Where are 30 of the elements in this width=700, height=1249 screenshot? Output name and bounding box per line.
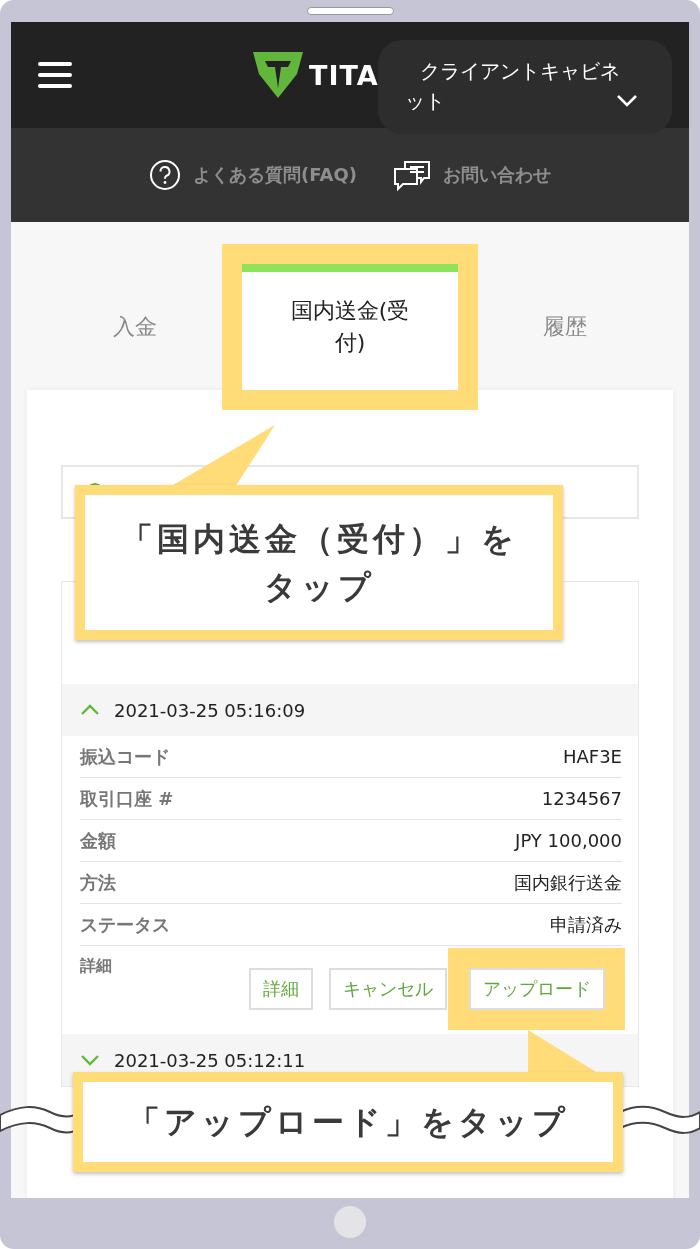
action-button[interactable]: キャンセル — [329, 968, 447, 1010]
field-label: ステータス — [80, 912, 170, 937]
field-value: 申請済み — [550, 912, 622, 937]
transaction-date[interactable]: 2021-03-25 05:16:09 — [114, 699, 306, 721]
tab[interactable]: 入金 — [112, 264, 157, 390]
action-button[interactable]: 詳細 — [249, 968, 313, 1010]
callout: 「アップロード」をタップ — [73, 1072, 623, 1172]
field-value: 1234567 — [541, 788, 622, 809]
shield-logo-icon — [253, 52, 303, 98]
header-link[interactable]: よくある質問(FAQ) — [193, 163, 357, 187]
chat-bubbles-icon — [392, 159, 431, 191]
menu-icon[interactable] — [38, 61, 72, 89]
account-menu[interactable]: クライアントキャビネット — [378, 40, 672, 134]
header-link[interactable]: お問い合わせ — [442, 163, 551, 187]
action-button[interactable]: アップロード — [469, 968, 605, 1010]
field-value: 国内銀行送金 — [514, 870, 622, 895]
chevron-down-icon — [616, 94, 638, 108]
logo-text[interactable]: TITA — [309, 59, 379, 91]
field-label: 取引口座 # — [80, 786, 174, 811]
field-label: 方法 — [80, 870, 116, 895]
transaction-date[interactable]: 2021-03-25 05:12:11 — [114, 1049, 306, 1071]
field-label: 振込コード — [80, 744, 170, 769]
callout: 「国内送金（受付）」を タップ — [75, 485, 563, 640]
field-label: 詳細 — [80, 956, 112, 977]
field-label: 金額 — [80, 828, 116, 853]
field-value: HAF3E — [562, 746, 622, 767]
question-icon — [149, 159, 182, 191]
tab[interactable]: 国内送金(受付) — [242, 264, 458, 390]
tab[interactable]: 履歴 — [543, 264, 587, 390]
field-value: JPY 100,000 — [515, 830, 622, 851]
